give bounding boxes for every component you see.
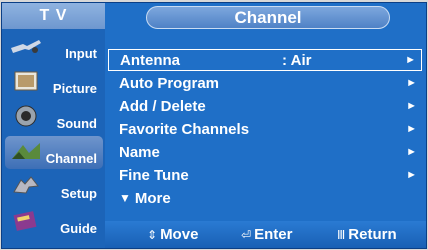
menu-item-auto-program[interactable]: Auto Program ► xyxy=(108,72,422,94)
enter-icon: ⏎ xyxy=(241,227,252,242)
sidebar-item-label: Input xyxy=(65,46,97,61)
move-icon: ⇕ xyxy=(147,227,158,242)
footer-move-label: Move xyxy=(160,226,199,243)
sidebar-item-label: Picture xyxy=(52,81,97,96)
menu-item-add-delete[interactable]: Add / Delete ► xyxy=(108,95,422,117)
chevron-right-icon: ► xyxy=(405,54,416,66)
chevron-right-icon: ► xyxy=(406,146,417,158)
menu-item-name[interactable]: Name ► xyxy=(108,141,422,163)
footer-hint-bar: ⇕ Move ⏎ Enter Ⅲ Return xyxy=(105,221,426,248)
menu-item-favorite-channels[interactable]: Favorite Channels ► xyxy=(108,118,422,140)
footer-return: Ⅲ Return xyxy=(337,226,397,243)
channel-menu: Antenna : Air ► Auto Program ► Add / Del… xyxy=(105,29,426,221)
footer-return-label: Return xyxy=(348,226,397,243)
tv-label: T V xyxy=(2,3,106,29)
input-icon xyxy=(8,33,44,59)
sidebar-item-picture[interactable]: Picture xyxy=(5,66,103,99)
sidebar-item-label: Setup xyxy=(60,186,97,201)
chevron-right-icon: ► xyxy=(406,169,417,181)
more-down-icon: ▼ xyxy=(119,191,131,205)
channel-icon xyxy=(8,138,44,164)
menu-item-antenna[interactable]: Antenna : Air ► xyxy=(108,49,422,71)
sidebar-item-sound[interactable]: Sound xyxy=(5,101,103,134)
sidebar: Input Picture Sound Channel Setup Guide xyxy=(2,29,105,248)
sidebar-item-guide[interactable]: Guide xyxy=(5,206,103,239)
menu-item-label: Auto Program xyxy=(119,74,220,92)
tv-osd-screen: T V Channel Input Picture Sound Channel … xyxy=(0,0,428,250)
menu-item-label: More xyxy=(134,189,171,207)
chevron-right-icon: ► xyxy=(406,123,417,135)
guide-icon xyxy=(8,208,44,234)
footer-enter-label: Enter xyxy=(254,226,293,243)
sidebar-item-setup[interactable]: Setup xyxy=(5,171,103,204)
sidebar-item-input[interactable]: Input xyxy=(5,31,103,64)
footer-move: ⇕ Move xyxy=(147,226,198,243)
chevron-right-icon: ► xyxy=(406,100,417,112)
sidebar-item-label: Sound xyxy=(56,116,97,131)
setup-icon xyxy=(8,173,44,199)
picture-icon xyxy=(8,68,44,94)
sidebar-item-label: Guide xyxy=(60,221,97,236)
menu-item-fine-tune[interactable]: Fine Tune ► xyxy=(108,164,422,186)
sound-icon xyxy=(8,103,44,129)
menu-title: Channel xyxy=(146,6,390,29)
osd-menu-frame: T V Channel Input Picture Sound Channel … xyxy=(1,2,427,249)
return-icon: Ⅲ xyxy=(337,227,346,242)
chevron-right-icon: ► xyxy=(406,77,417,89)
menu-item-label: Fine Tune xyxy=(119,166,189,184)
sidebar-item-channel[interactable]: Channel xyxy=(5,136,103,169)
footer-enter: ⏎ Enter xyxy=(241,226,292,243)
menu-item-more[interactable]: ▼ More xyxy=(108,187,422,209)
menu-item-label: Add / Delete xyxy=(119,97,206,115)
menu-item-label: Name xyxy=(119,143,160,161)
menu-item-label: Antenna xyxy=(120,51,180,69)
title-bar: Channel xyxy=(105,3,426,29)
antenna-value: : Air xyxy=(282,51,312,69)
menu-item-label: Favorite Channels xyxy=(119,120,250,138)
sidebar-item-label: Channel xyxy=(45,151,97,166)
